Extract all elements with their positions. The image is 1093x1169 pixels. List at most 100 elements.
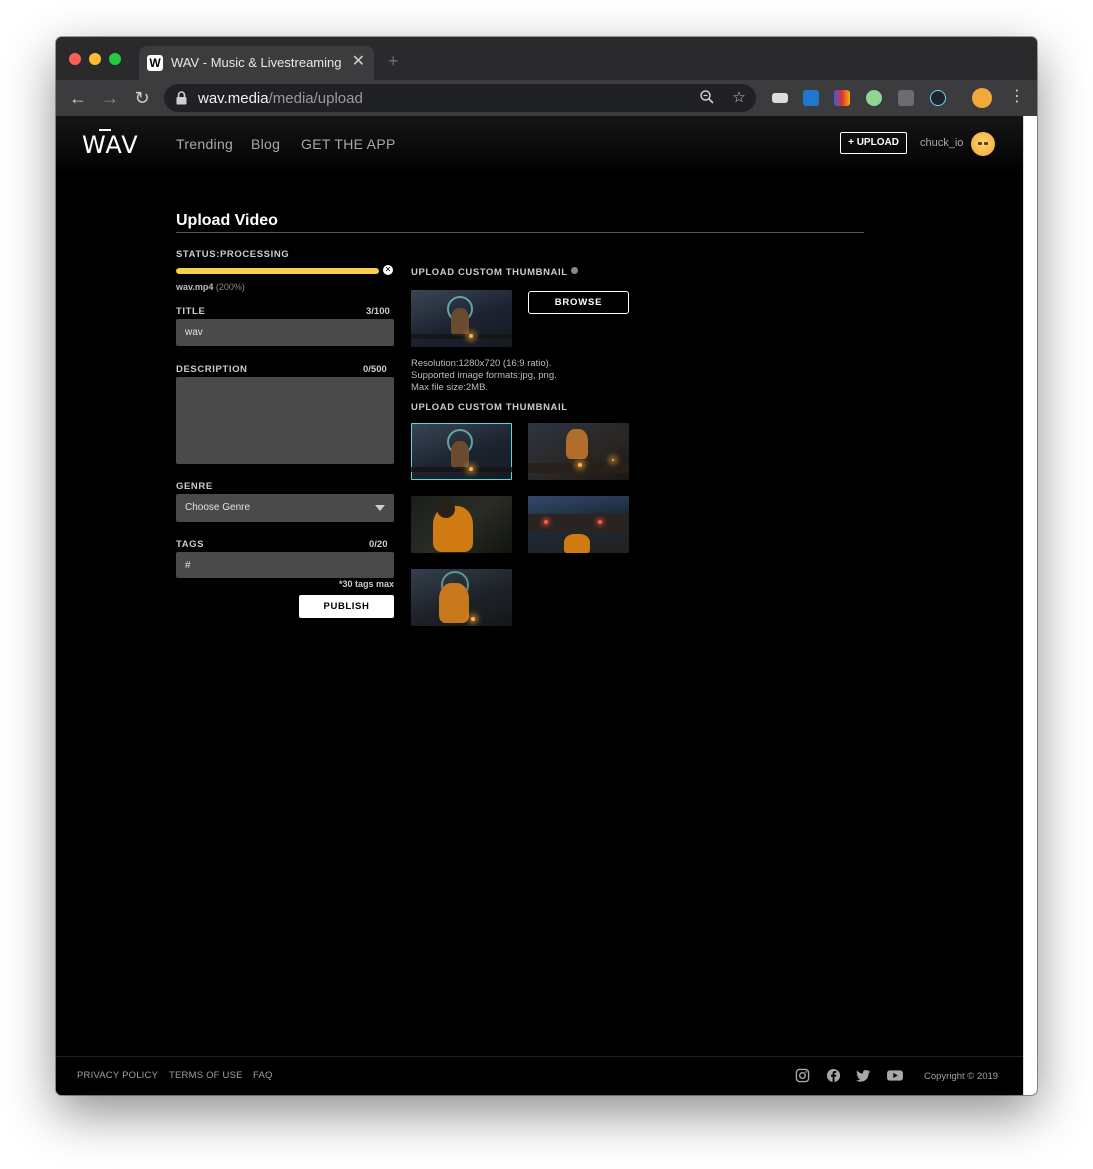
page-viewport: WAV Trending Blog GET THE APP + UPLOAD c… [56,116,1023,1095]
title-input[interactable]: wav [176,319,394,346]
browse-button[interactable]: BROWSE [528,291,629,314]
thumbnail-figure [564,534,590,553]
tags-input[interactable]: # [176,552,394,578]
spec-formats: Supported image formats:jpg, png. [411,370,557,381]
info-icon[interactable] [570,267,578,274]
browser-window: W WAV - Music & Livestreaming ✕ + ← → ↻ … [56,37,1037,1095]
minimize-window-button[interactable] [89,53,101,65]
terms-of-use-link[interactable]: TERMS OF USE [169,1070,243,1081]
react-devtools-icon[interactable] [930,90,946,106]
title-counter: 3/100 [366,306,390,317]
status-label: STATUS:PROCESSING [176,249,290,260]
puzzle-extension-icon[interactable] [866,90,882,106]
publish-button[interactable]: PUBLISH [299,595,394,618]
page-scrollbar[interactable] [1023,116,1037,1095]
cast-extension-icon[interactable] [772,93,788,103]
youtube-icon[interactable] [886,1068,904,1083]
nav-get-the-app[interactable]: GET THE APP [301,136,396,152]
thumbnail-option-5[interactable] [411,569,512,626]
privacy-policy-link[interactable]: PRIVACY POLICY [77,1070,158,1081]
thumbnail-option-1[interactable] [411,423,512,480]
tab-close-icon[interactable]: ✕ [352,53,365,71]
thumbnail-head [437,500,455,518]
instagram-icon[interactable] [795,1068,810,1083]
tags-label: TAGS [176,539,205,550]
file-progress: (200%) [215,282,245,292]
reload-icon[interactable]: ↻ [132,88,152,108]
url-text: wav.media/media/upload [198,90,363,107]
spec-resolution: Resolution:1280x720 (16:9 ratio). [411,358,552,369]
profile-avatar-icon[interactable] [972,88,992,108]
avatar-eye-left [978,142,982,145]
description-textarea[interactable] [176,377,394,464]
browser-tab[interactable]: W WAV - Music & Livestreaming ✕ [139,46,374,80]
tags-counter: 0/20 [369,539,388,550]
thumbnail-desk [411,467,512,472]
thumbnail-light [598,520,602,524]
genre-selected-value: Choose Genre [185,502,251,513]
forward-arrow-icon[interactable]: → [100,88,120,108]
thumbnail-light [612,459,614,461]
thumbnail-figure [451,308,469,336]
nav-blog[interactable]: Blog [251,136,280,152]
username[interactable]: chuck_io [920,137,963,149]
avatar-eye-right [984,142,988,145]
title-divider [176,232,864,233]
thumbnail-light [578,463,582,467]
thumbnail-desk [528,514,629,532]
thumbnail-option-2[interactable] [528,423,629,480]
twitter-icon[interactable] [856,1068,871,1083]
faq-link[interactable]: FAQ [253,1070,273,1081]
upload-button[interactable]: + UPLOAD [840,132,907,154]
copyright: Copyright © 2019 [924,1071,999,1082]
custom-thumbnail-heading: UPLOAD CUSTOM THUMBNAIL [411,267,578,278]
close-window-button[interactable] [69,53,81,65]
description-counter: 0/500 [363,364,387,375]
zoom-window-button[interactable] [109,53,121,65]
thumbnail-desk [411,334,512,339]
favicon-icon: W [147,55,163,71]
bookmark-star-icon[interactable]: ☆ [730,89,748,107]
spec-size: Max file size:2MB. [411,382,489,393]
title-label: TITLE [176,306,206,317]
site-logo[interactable]: WAV [82,131,139,159]
new-tab-icon[interactable]: + [388,51,399,72]
thumbnail-light [469,467,473,471]
custom-thumbnail-preview [411,290,512,347]
file-info: wav.mp4 (200%) [176,282,245,292]
address-bar[interactable]: wav.media/media/upload ☆ [164,84,756,112]
chevron-down-icon [375,505,385,511]
trello-extension-icon[interactable] [803,90,819,106]
tab-title: WAV - Music & Livestreaming [171,55,342,70]
browser-toolbar: ← → ↻ wav.media/media/upload ☆ ⋮ [56,80,1037,116]
user-avatar[interactable] [971,132,995,156]
thumbnail-figure [566,429,588,459]
thumbnail-figure [439,583,469,623]
page-title: Upload Video [176,212,278,229]
zoom-icon[interactable] [698,89,716,107]
upload-progress-bar [176,268,379,274]
nav-trending[interactable]: Trending [176,136,233,152]
description-label: DESCRIPTION [176,364,248,375]
cancel-upload-icon[interactable]: ✕ [383,265,393,275]
site-footer: PRIVACY POLICY TERMS OF USE FAQ Copyrigh… [56,1056,1023,1095]
code-extension-icon[interactable] [898,90,914,106]
genre-label: GENRE [176,481,213,492]
more-menu-icon[interactable]: ⋮ [1009,87,1025,107]
tags-max-note: *30 tags max [338,579,394,589]
generated-thumbnail-heading: UPLOAD CUSTOM THUMBNAIL [411,402,568,413]
thumbnail-figure [451,441,469,469]
upload-progress-fill [176,268,379,274]
site-header: WAV Trending Blog GET THE APP + UPLOAD c… [56,116,1023,176]
back-arrow-icon[interactable]: ← [68,88,88,108]
facebook-icon[interactable] [826,1068,841,1083]
thumbnail-option-3[interactable] [411,496,512,553]
file-name: wav.mp4 [176,282,214,292]
tab-strip: W WAV - Music & Livestreaming ✕ + [56,37,1037,80]
colorpick-extension-icon[interactable] [834,90,850,106]
genre-select[interactable]: Choose Genre [176,494,394,522]
lock-icon [176,91,187,105]
thumbnail-specs: Resolution:1280x720 (16:9 ratio). Suppor… [411,358,557,394]
thumbnail-light [469,334,473,338]
thumbnail-option-4[interactable] [528,496,629,553]
